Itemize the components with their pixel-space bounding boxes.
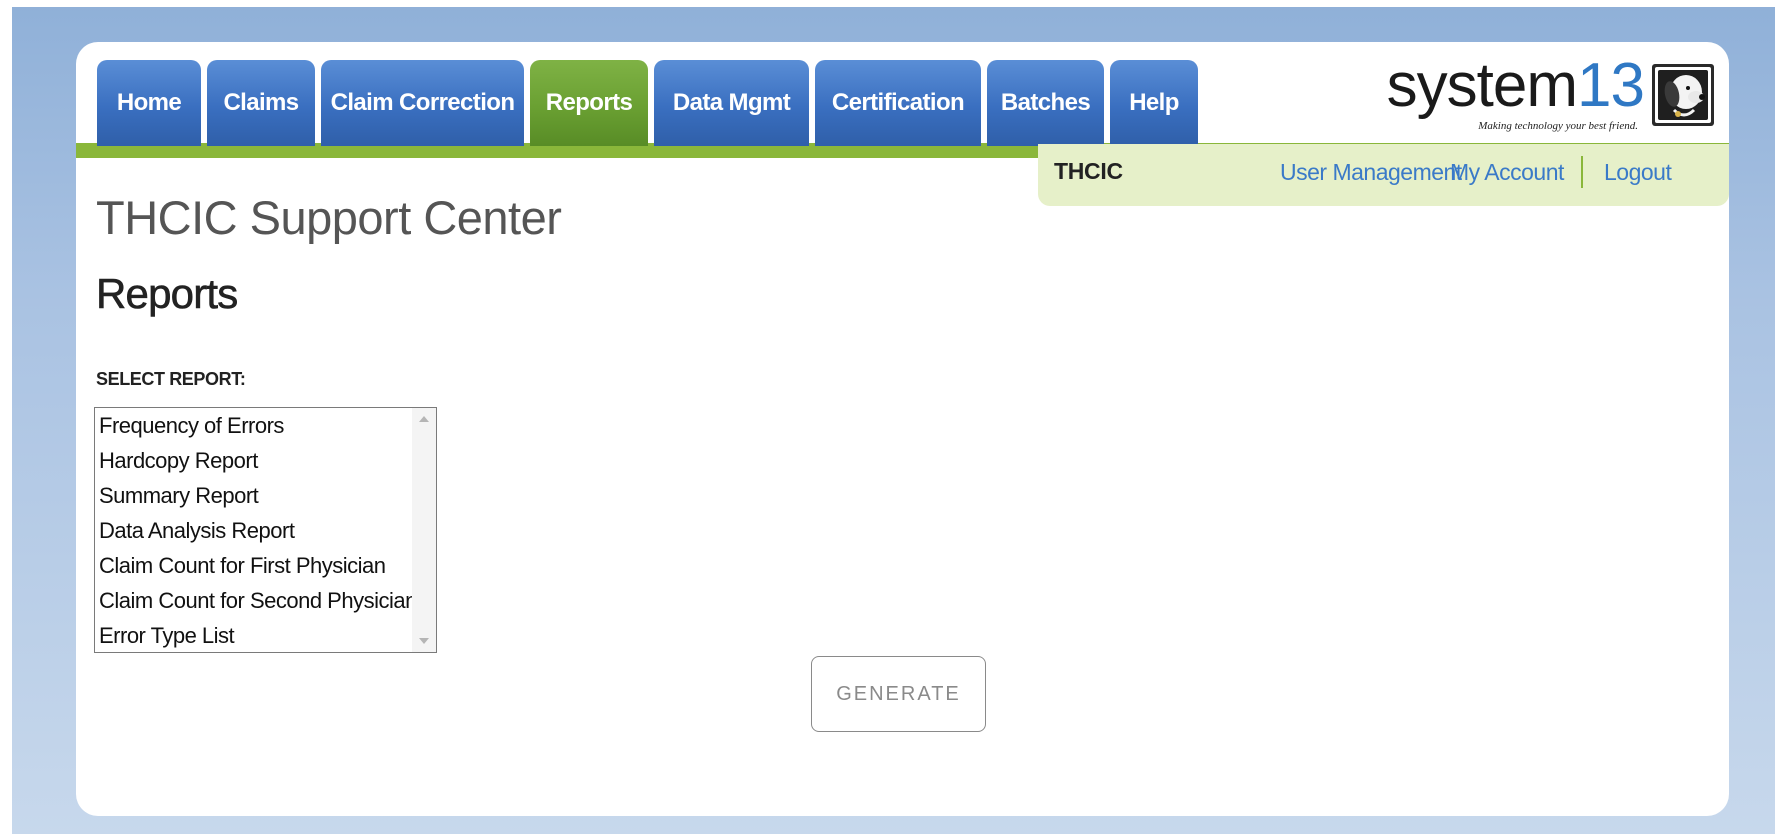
- logo-number: 13: [1577, 51, 1645, 120]
- report-option-data-analysis-report[interactable]: Data Analysis Report: [95, 513, 413, 548]
- system13-logo[interactable]: system13 Making technology your best fri…: [1378, 51, 1718, 142]
- tab-data-mgmt[interactable]: Data Mgmt: [654, 60, 809, 146]
- main-card: Home Claims Claim Correction Reports Dat…: [76, 42, 1729, 816]
- tab-certification[interactable]: Certification: [815, 60, 981, 146]
- scroll-up-arrow-icon[interactable]: [412, 408, 436, 430]
- logout-link[interactable]: Logout: [1604, 159, 1672, 186]
- dog-icon: [1652, 64, 1714, 126]
- report-option-hardcopy-report[interactable]: Hardcopy Report: [95, 443, 413, 478]
- report-options: Frequency of Errors Hardcopy Report Summ…: [95, 408, 417, 653]
- scroll-down-arrow-icon[interactable]: [412, 630, 436, 652]
- report-option-frequency-of-errors[interactable]: Frequency of Errors: [95, 408, 413, 443]
- site-title: THCIC Support Center: [96, 191, 562, 244]
- report-option-summary-report[interactable]: Summary Report: [95, 478, 413, 513]
- generate-button[interactable]: GENERATE: [811, 656, 986, 732]
- report-option-error-type-list[interactable]: Error Type List: [95, 618, 413, 653]
- tab-reports[interactable]: Reports: [530, 60, 648, 146]
- link-separator: [1581, 156, 1583, 188]
- tab-help[interactable]: Help: [1110, 60, 1198, 146]
- report-list-scrollbar[interactable]: [412, 408, 436, 652]
- logo-word: system: [1386, 51, 1578, 120]
- tab-batches[interactable]: Batches: [987, 60, 1104, 146]
- page-title: Reports: [96, 270, 239, 318]
- left-edge: [0, 0, 12, 834]
- tab-claims[interactable]: Claims: [207, 60, 315, 146]
- org-name: THCIC: [1054, 158, 1123, 184]
- tab-home[interactable]: Home: [97, 60, 201, 146]
- top-strip: [0, 0, 1775, 7]
- report-select-list[interactable]: Frequency of Errors Hardcopy Report Summ…: [94, 407, 437, 653]
- logo-wordmark: system13: [1386, 50, 1645, 121]
- main-nav: Home Claims Claim Correction Reports Dat…: [97, 57, 1204, 146]
- select-report-label: SELECT REPORT:: [96, 369, 246, 389]
- user-management-link[interactable]: User Management: [1280, 159, 1462, 186]
- tab-claim-correction[interactable]: Claim Correction: [321, 60, 524, 146]
- report-option-claim-count-second-physician[interactable]: Claim Count for Second Physician: [95, 583, 417, 618]
- logo-tagline: Making technology your best friend.: [1478, 120, 1638, 132]
- report-option-claim-count-first-physician[interactable]: Claim Count for First Physician: [95, 548, 413, 583]
- account-bar: THCIC User Management My Account Logout: [1038, 144, 1729, 206]
- my-account-link[interactable]: My Account: [1450, 159, 1564, 186]
